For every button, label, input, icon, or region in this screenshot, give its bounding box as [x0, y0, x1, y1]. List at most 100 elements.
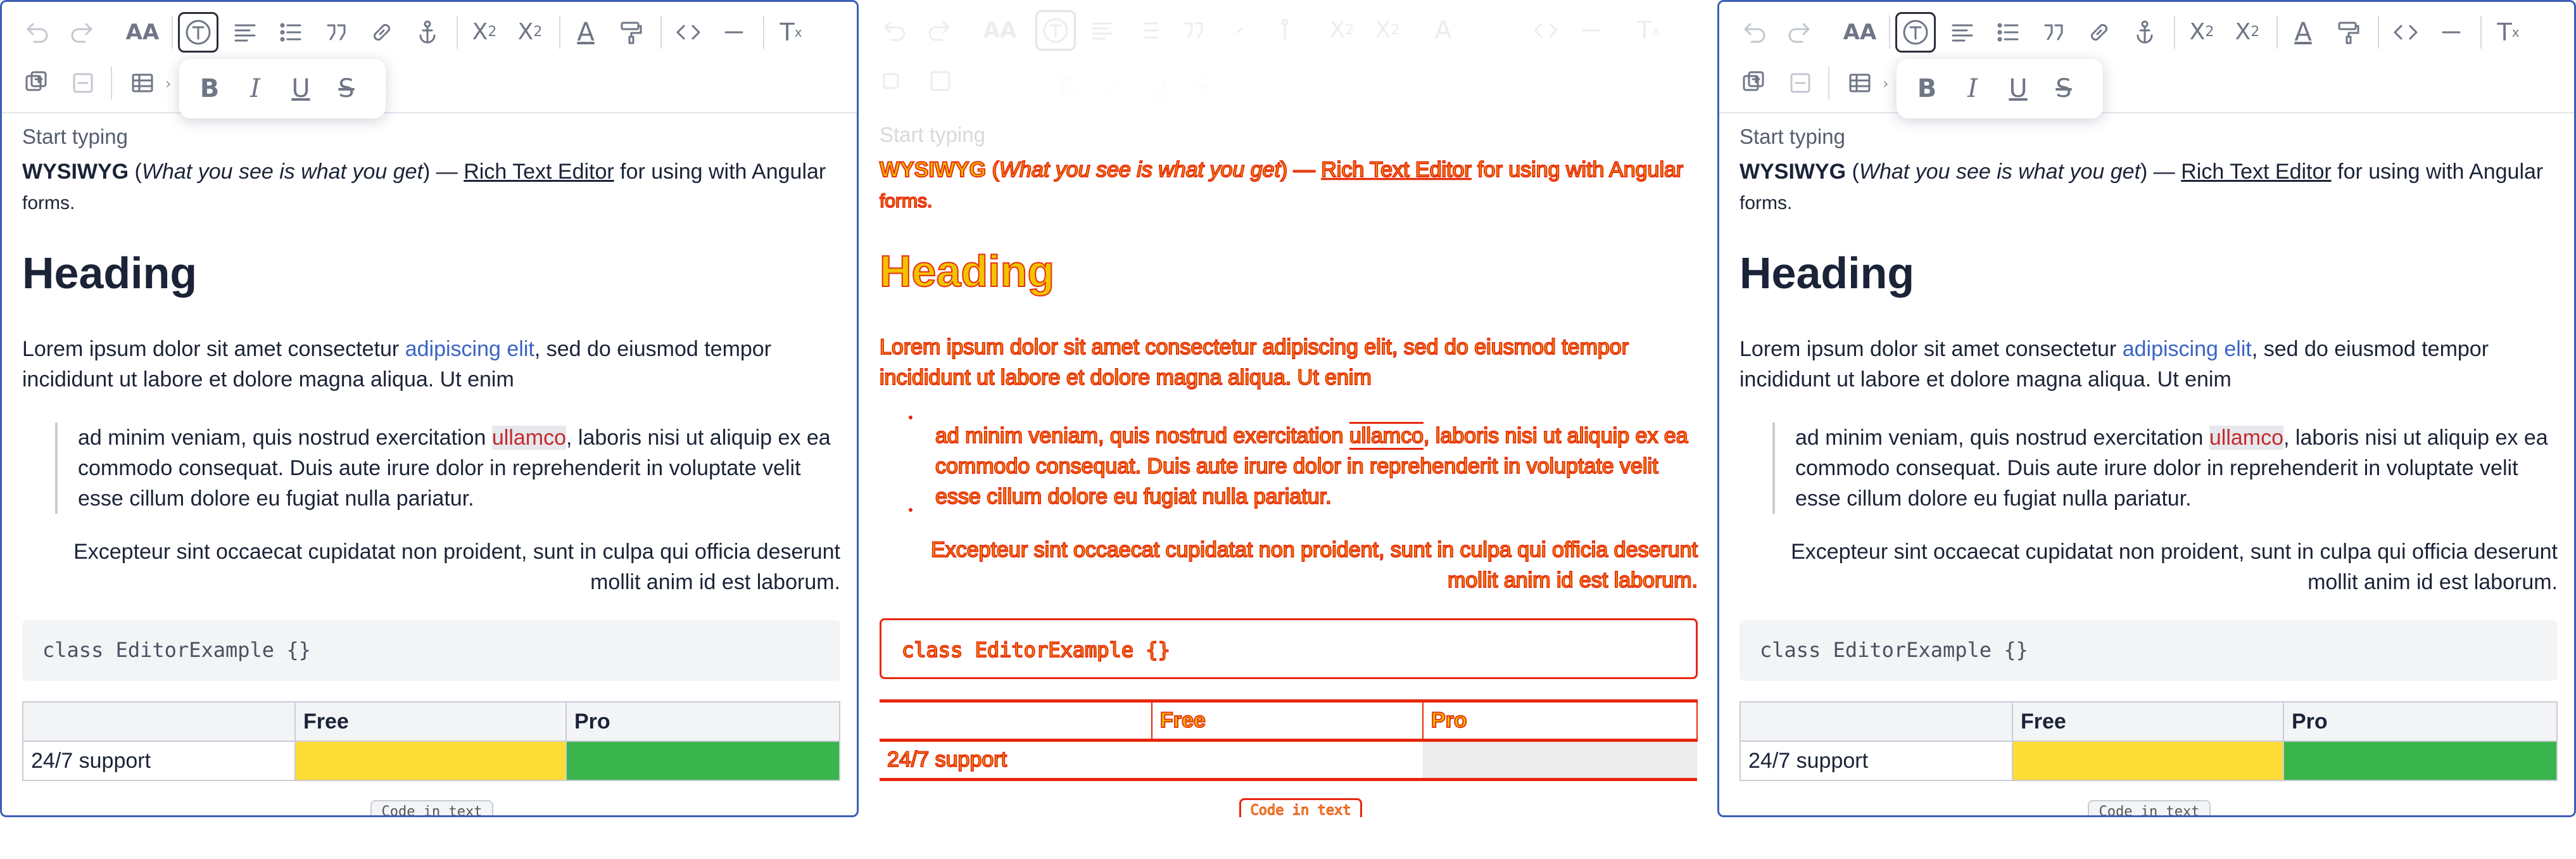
horizontal-rule-icon[interactable] — [1571, 10, 1612, 51]
code-block[interactable]: class EditorExample {} — [1739, 620, 2558, 681]
anchor-icon[interactable] — [1265, 10, 1305, 51]
clear-format-button[interactable]: Tx — [771, 12, 811, 53]
remove-icon[interactable] — [63, 63, 103, 103]
superscript-button[interactable]: X2 — [2227, 12, 2268, 53]
table-header-cell[interactable] — [880, 699, 1152, 742]
table-header-cell[interactable] — [22, 701, 296, 742]
table-header-cell[interactable]: Free — [294, 701, 567, 742]
code-block[interactable]: class EditorExample {} — [22, 620, 840, 681]
anchor-icon[interactable] — [407, 12, 448, 53]
font-size-button[interactable]: AA — [1840, 12, 1880, 53]
quote-icon[interactable] — [2033, 12, 2074, 53]
body-paragraph[interactable]: Lorem ipsum dolor sit amet consectetur a… — [879, 332, 1698, 393]
table-cell-yellow[interactable] — [2012, 741, 2284, 781]
bold-button[interactable]: B — [189, 68, 230, 109]
insert-icon[interactable] — [873, 61, 914, 101]
blockquote[interactable]: ad minim veniam, quis nostrud exercitati… — [1772, 423, 2558, 514]
insert-icon[interactable] — [16, 63, 56, 103]
align-left-icon[interactable] — [225, 12, 265, 53]
intro-paragraph[interactable]: WYSIWYG (What you see is what you get) —… — [879, 155, 1698, 217]
underline-button[interactable]: U — [1998, 68, 2038, 109]
chevron-right-icon[interactable]: › — [165, 74, 175, 93]
redo-icon[interactable] — [63, 12, 103, 53]
bold-button[interactable]: B — [1047, 67, 1087, 107]
editor-table[interactable]: Free Pro 24/7 support — [1739, 701, 2558, 781]
table-cell-green[interactable] — [2283, 741, 2558, 781]
table-header-cell[interactable]: Pro — [1423, 699, 1698, 742]
table-cell-yellow[interactable] — [1152, 739, 1423, 781]
align-left-icon[interactable] — [1082, 10, 1123, 51]
quote-icon[interactable] — [316, 12, 357, 53]
align-left-icon[interactable] — [1942, 12, 1983, 53]
subscript-button[interactable]: X2 — [1322, 10, 1362, 51]
chevron-right-icon[interactable]: › — [1883, 74, 1893, 93]
right-aligned-paragraph[interactable]: Excepteur sint occaecat cupidatat non pr… — [22, 537, 840, 597]
paint-roller-icon[interactable] — [2328, 12, 2369, 53]
horizontal-rule-icon[interactable] — [714, 12, 754, 53]
insert-icon[interactable] — [1733, 63, 1774, 103]
bullet-list-icon[interactable] — [1128, 10, 1168, 51]
underline-button[interactable]: U — [281, 68, 321, 109]
remove-icon[interactable] — [920, 61, 961, 101]
text-format-icon[interactable] — [1035, 10, 1076, 51]
link-icon[interactable] — [2079, 12, 2119, 53]
bullet-list-icon[interactable] — [270, 12, 311, 53]
quote-icon[interactable] — [1173, 10, 1214, 51]
clear-format-button[interactable]: Tx — [1628, 10, 1669, 51]
code-icon[interactable] — [668, 12, 709, 53]
code-in-text-button[interactable]: Code in text — [370, 800, 493, 815]
right-aligned-paragraph[interactable]: Excepteur sint occaecat cupidatat non pr… — [880, 535, 1698, 595]
remove-icon[interactable] — [1780, 63, 1821, 103]
redo-icon[interactable] — [1780, 12, 1821, 53]
table-cell-green[interactable] — [565, 741, 840, 781]
paragraph-link[interactable]: adipiscing elit — [2123, 337, 2252, 361]
underline-button[interactable]: U — [1138, 67, 1178, 107]
font-size-button[interactable]: AA — [122, 12, 163, 53]
clear-format-button[interactable]: Tx — [2488, 12, 2529, 53]
heading[interactable]: Heading — [879, 246, 1055, 296]
paint-roller-icon[interactable] — [611, 12, 652, 53]
link-icon[interactable] — [1219, 10, 1260, 51]
superscript-button[interactable]: X2 — [510, 12, 550, 53]
body-paragraph[interactable]: Lorem ipsum dolor sit amet consectetur a… — [1739, 334, 2558, 395]
superscript-button[interactable]: X2 — [1367, 10, 1408, 51]
code-in-text-button[interactable]: Code in text — [2088, 800, 2211, 815]
text-color-button[interactable]: A — [2283, 12, 2323, 53]
paragraph-link[interactable]: adipiscing elit — [405, 337, 534, 361]
italic-button[interactable]: I — [235, 68, 275, 109]
code-in-text-button[interactable]: Code in text — [1239, 798, 1362, 817]
italic-button[interactable]: I — [1092, 67, 1133, 107]
strikethrough-button[interactable]: S — [326, 68, 367, 109]
italic-button[interactable]: I — [1952, 68, 1993, 109]
font-size-button[interactable]: AA — [980, 10, 1020, 51]
blockquote[interactable]: ad minim veniam, quis nostrud exercitati… — [55, 423, 840, 514]
code-icon[interactable] — [2385, 12, 2426, 53]
text-color-button[interactable]: A — [1423, 10, 1463, 51]
heading[interactable]: Heading — [1739, 248, 1914, 298]
editor-table[interactable]: Free Pro 24/7 support — [22, 701, 840, 781]
table-cell-green[interactable] — [1423, 739, 1697, 781]
intro-paragraph[interactable]: WYSIWYG (What you see is what you get) —… — [22, 156, 840, 219]
strikethrough-button[interactable]: S — [1184, 67, 1224, 107]
horizontal-rule-icon[interactable] — [2431, 12, 2472, 53]
subscript-button[interactable]: X2 — [464, 12, 505, 53]
anchor-icon[interactable] — [2125, 12, 2165, 53]
intro-paragraph[interactable]: WYSIWYG (What you see is what you get) —… — [1739, 156, 2558, 219]
table-header-cell[interactable] — [1739, 701, 2013, 742]
editor-table[interactable]: Free Pro 24/7 support — [880, 699, 1698, 781]
table-header-cell[interactable]: Pro — [565, 701, 840, 742]
code-icon[interactable] — [1525, 10, 1566, 51]
body-paragraph[interactable]: Lorem ipsum dolor sit amet consectetur a… — [22, 334, 840, 395]
undo-icon[interactable] — [873, 10, 914, 51]
table-cell[interactable]: 24/7 support — [22, 741, 296, 781]
text-format-icon[interactable] — [178, 12, 218, 53]
table-icon[interactable] — [122, 63, 163, 103]
table-icon[interactable] — [1840, 63, 1880, 103]
table-cell[interactable]: 24/7 support — [880, 739, 1152, 781]
link-icon[interactable] — [362, 12, 402, 53]
bullet-list-icon[interactable] — [1988, 12, 2028, 53]
blockquote[interactable]: ad minim veniam, quis nostrud exercitati… — [912, 421, 1698, 512]
code-block[interactable]: class EditorExample {} — [880, 618, 1698, 679]
bold-button[interactable]: B — [1907, 68, 1947, 109]
table-header-cell[interactable]: Free — [1152, 699, 1424, 742]
